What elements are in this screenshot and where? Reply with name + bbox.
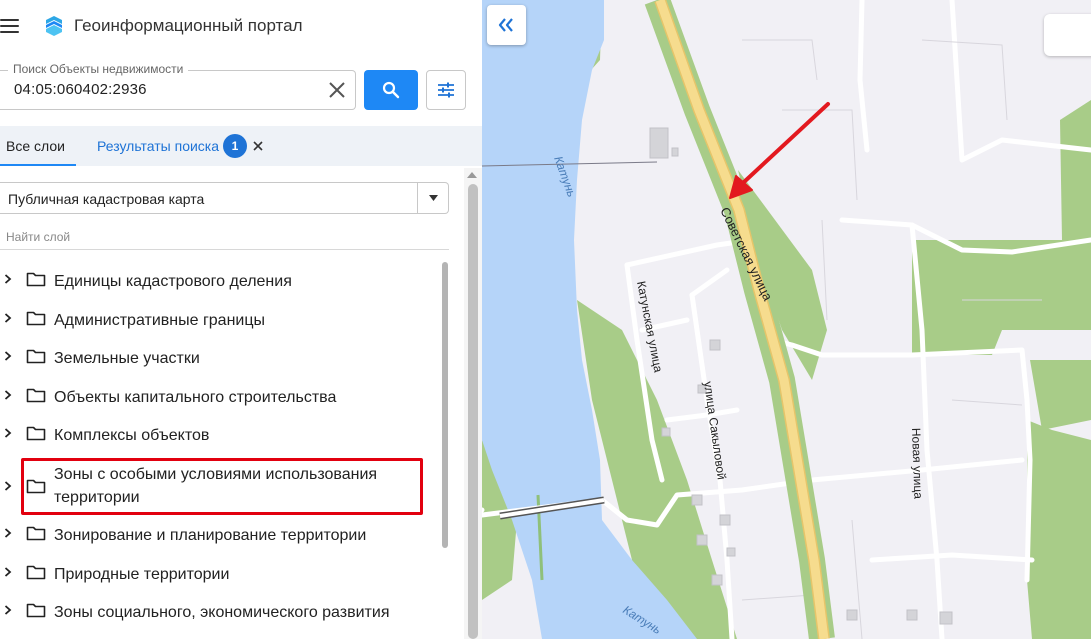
filter-sliders-icon (438, 82, 454, 98)
portal-logo-icon (46, 16, 62, 36)
close-icon[interactable] (252, 140, 264, 152)
chevron-right-icon[interactable] (4, 313, 12, 323)
green-area (1060, 100, 1091, 240)
red-arrow-annotation (729, 102, 830, 199)
layer-label: Административные границы (54, 312, 266, 329)
tab-search-results[interactable]: Результаты поиска (97, 138, 219, 154)
folder-icon (26, 311, 46, 326)
layer-search-input[interactable]: Найти слой (0, 224, 449, 250)
layer-label: Комплексы объектов (54, 427, 210, 444)
folder-icon (26, 388, 46, 403)
folder-icon (26, 426, 46, 441)
folder-icon (26, 565, 46, 580)
layer-item[interactable]: Зоны социального, экономического развити… (0, 591, 440, 629)
street-label-novaya: Новая улица (909, 428, 925, 500)
active-tab-indicator (0, 164, 76, 166)
layer-label: Природные территории (54, 566, 230, 583)
search-button[interactable] (364, 70, 418, 110)
street-label-sakylovoy: улица Сакыловой (701, 380, 729, 480)
chevron-right-icon[interactable] (4, 428, 12, 438)
chevron-right-icon[interactable] (4, 274, 12, 284)
caret-down-icon (429, 195, 438, 201)
close-icon[interactable] (327, 80, 347, 100)
folder-icon (26, 272, 46, 287)
basemap-selected-value: Публичная кадастровая карта (8, 191, 205, 207)
search-legend: Поиск Объекты недвижимости (8, 62, 189, 76)
collapse-panel-button[interactable] (487, 5, 526, 45)
folder-icon (26, 526, 46, 541)
layer-item[interactable]: Природные территории (0, 553, 440, 591)
chevron-right-icon[interactable] (4, 605, 12, 615)
layer-list-scrollbar[interactable] (442, 262, 448, 548)
tab-all-layers[interactable]: Все слои (6, 138, 65, 154)
green-area (1027, 420, 1091, 639)
search-input-value[interactable]: 04:05:060402:2936 (14, 81, 147, 98)
folder-icon (26, 349, 46, 364)
basemap-select[interactable]: Публичная кадастровая карта (0, 182, 449, 214)
map-view[interactable]: Советская улица Катунская улица улица Са… (482, 0, 1091, 639)
search-input[interactable]: Поиск Объекты недвижимости 04:05:060402:… (0, 62, 356, 110)
layer-label: Зонирование и планирование территории (54, 527, 367, 544)
layer-item[interactable]: Объекты капитального строительства (0, 376, 440, 414)
chevron-right-icon[interactable] (4, 528, 12, 538)
chevron-right-icon[interactable] (4, 390, 12, 400)
folder-icon (26, 603, 46, 618)
dropdown-toggle[interactable] (417, 183, 448, 213)
double-chevron-left-icon (498, 18, 513, 32)
layer-item[interactable]: Зонирование и планирование территории (0, 514, 440, 552)
app-title: Геоинформационный портал (74, 16, 303, 35)
map-canvas[interactable]: Советская улица Катунская улица улица Са… (482, 0, 1091, 639)
layer-label: Земельные участки (54, 350, 200, 367)
map-control[interactable] (1044, 14, 1091, 56)
top-bar: Геоинформационный портал (0, 0, 482, 54)
results-count-badge: 1 (223, 134, 247, 158)
chevron-right-icon[interactable] (4, 567, 12, 577)
search-icon (382, 81, 400, 99)
green-area (912, 240, 1091, 355)
layer-label: Единицы кадастрового деления (54, 273, 292, 290)
green-area (1030, 360, 1091, 430)
panel-scrollbar-thumb[interactable] (468, 184, 478, 639)
filter-button[interactable] (426, 70, 466, 110)
layer-item[interactable]: Комплексы объектов (0, 414, 440, 452)
layer-label: Зоны социального, экономического развити… (54, 604, 390, 621)
chevron-right-icon[interactable] (4, 351, 12, 361)
layer-item[interactable]: Земельные участки (0, 337, 440, 375)
hamburger-menu-icon[interactable] (0, 17, 20, 35)
highlight-annotation-box (21, 458, 423, 515)
layer-item[interactable]: Единицы кадастрового деления (0, 260, 440, 298)
scroll-up-arrow-icon[interactable] (467, 172, 477, 178)
side-panel: Геоинформационный портал Поиск Объекты н… (0, 0, 482, 639)
chevron-right-icon[interactable] (4, 481, 12, 491)
layer-label: Объекты капитального строительства (54, 389, 337, 406)
layer-item[interactable]: Административные границы (0, 299, 440, 337)
layer-search-placeholder: Найти слой (6, 230, 71, 244)
